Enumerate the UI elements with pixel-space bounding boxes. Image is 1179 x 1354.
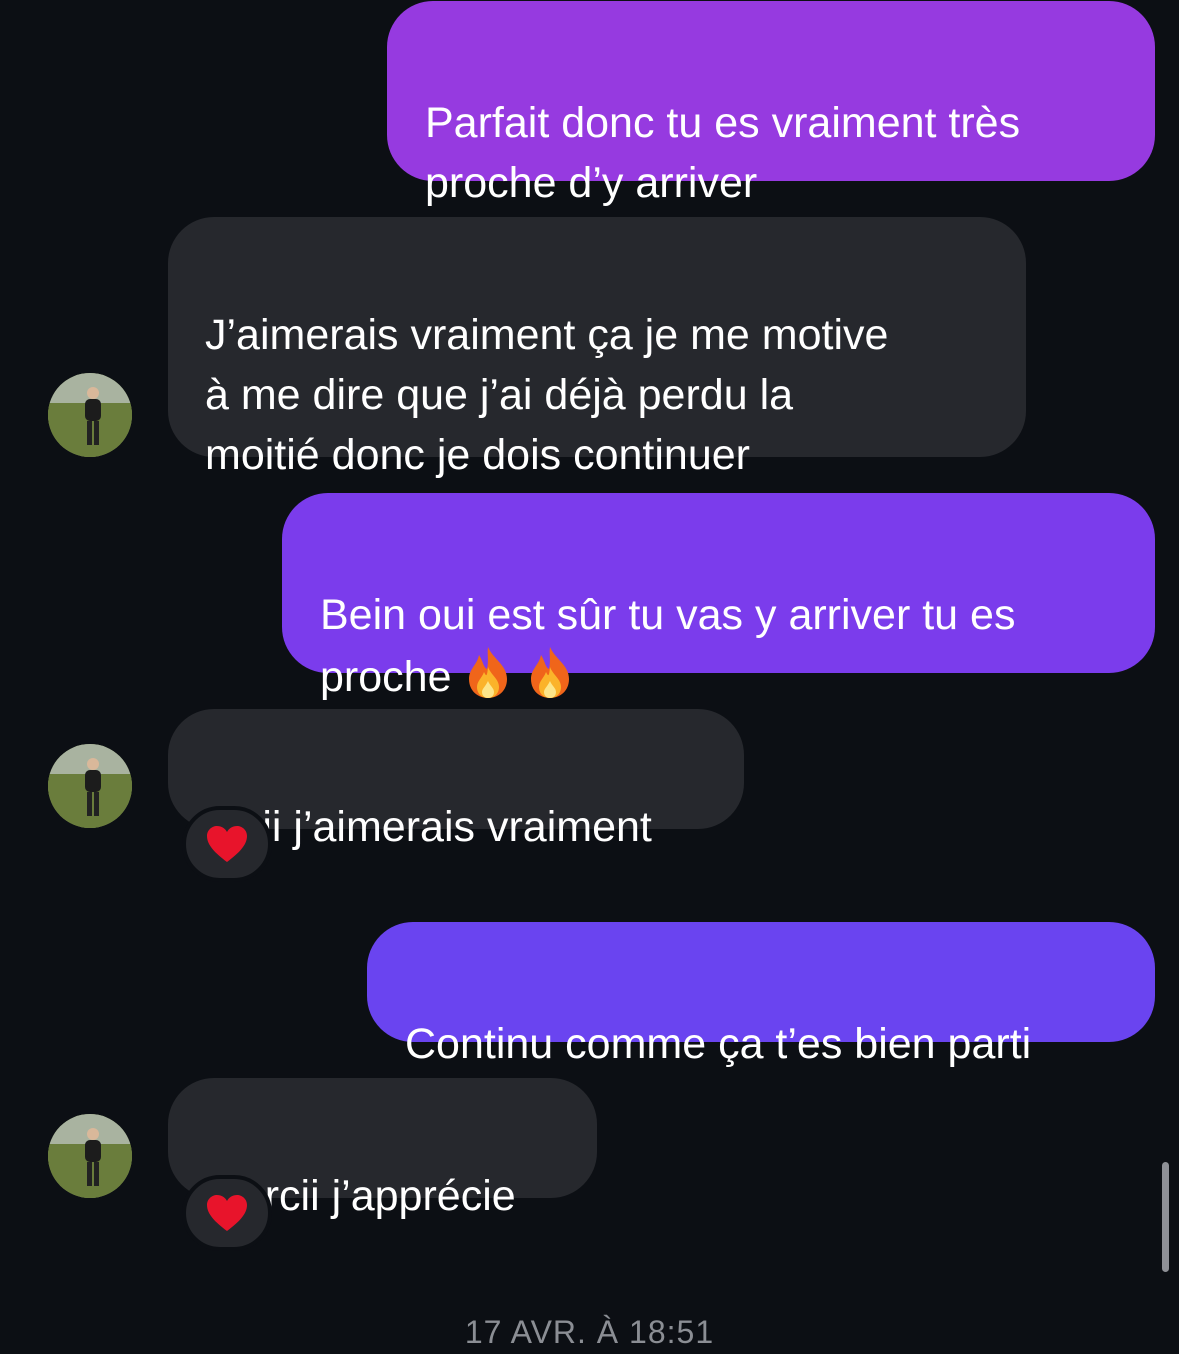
fire-icon [463,645,513,715]
message-text: Bein oui est sûr tu vas y arriver tu es … [320,591,1016,701]
message-text: Continu comme ça t’es bien parti [405,1020,1032,1068]
received-message-bubble[interactable]: J’aimerais vraiment ça je me motive à me… [168,217,1026,479]
sent-message-bubble[interactable]: Bein oui est sûr tu vas y arriver tu es … [282,493,1155,701]
heart-icon [207,826,247,862]
profile-photo-icon [48,373,132,457]
message-text: Parfait donc tu es vraiment très proche … [425,99,1021,207]
avatar[interactable] [48,1114,132,1198]
avatar[interactable] [48,744,132,828]
fire-icon [525,645,575,715]
message-text: Ouii j’aimerais vraiment [205,803,652,851]
scrollbar[interactable] [1162,1162,1169,1272]
reaction-badge[interactable] [182,806,272,882]
profile-photo-icon [48,1114,132,1198]
sent-message-bubble[interactable]: Continu comme ça t’es bien parti [367,922,1155,1068]
timestamp: 17 AVR. À 18:51 [464,1314,715,1350]
avatar[interactable] [48,373,132,457]
heart-icon [207,1195,247,1231]
profile-photo-icon [48,744,132,828]
sent-message-bubble[interactable]: Parfait donc tu es vraiment très proche … [387,1,1155,207]
reaction-badge[interactable] [182,1175,272,1251]
message-text: J’aimerais vraiment ça je me motive à me… [205,311,889,479]
